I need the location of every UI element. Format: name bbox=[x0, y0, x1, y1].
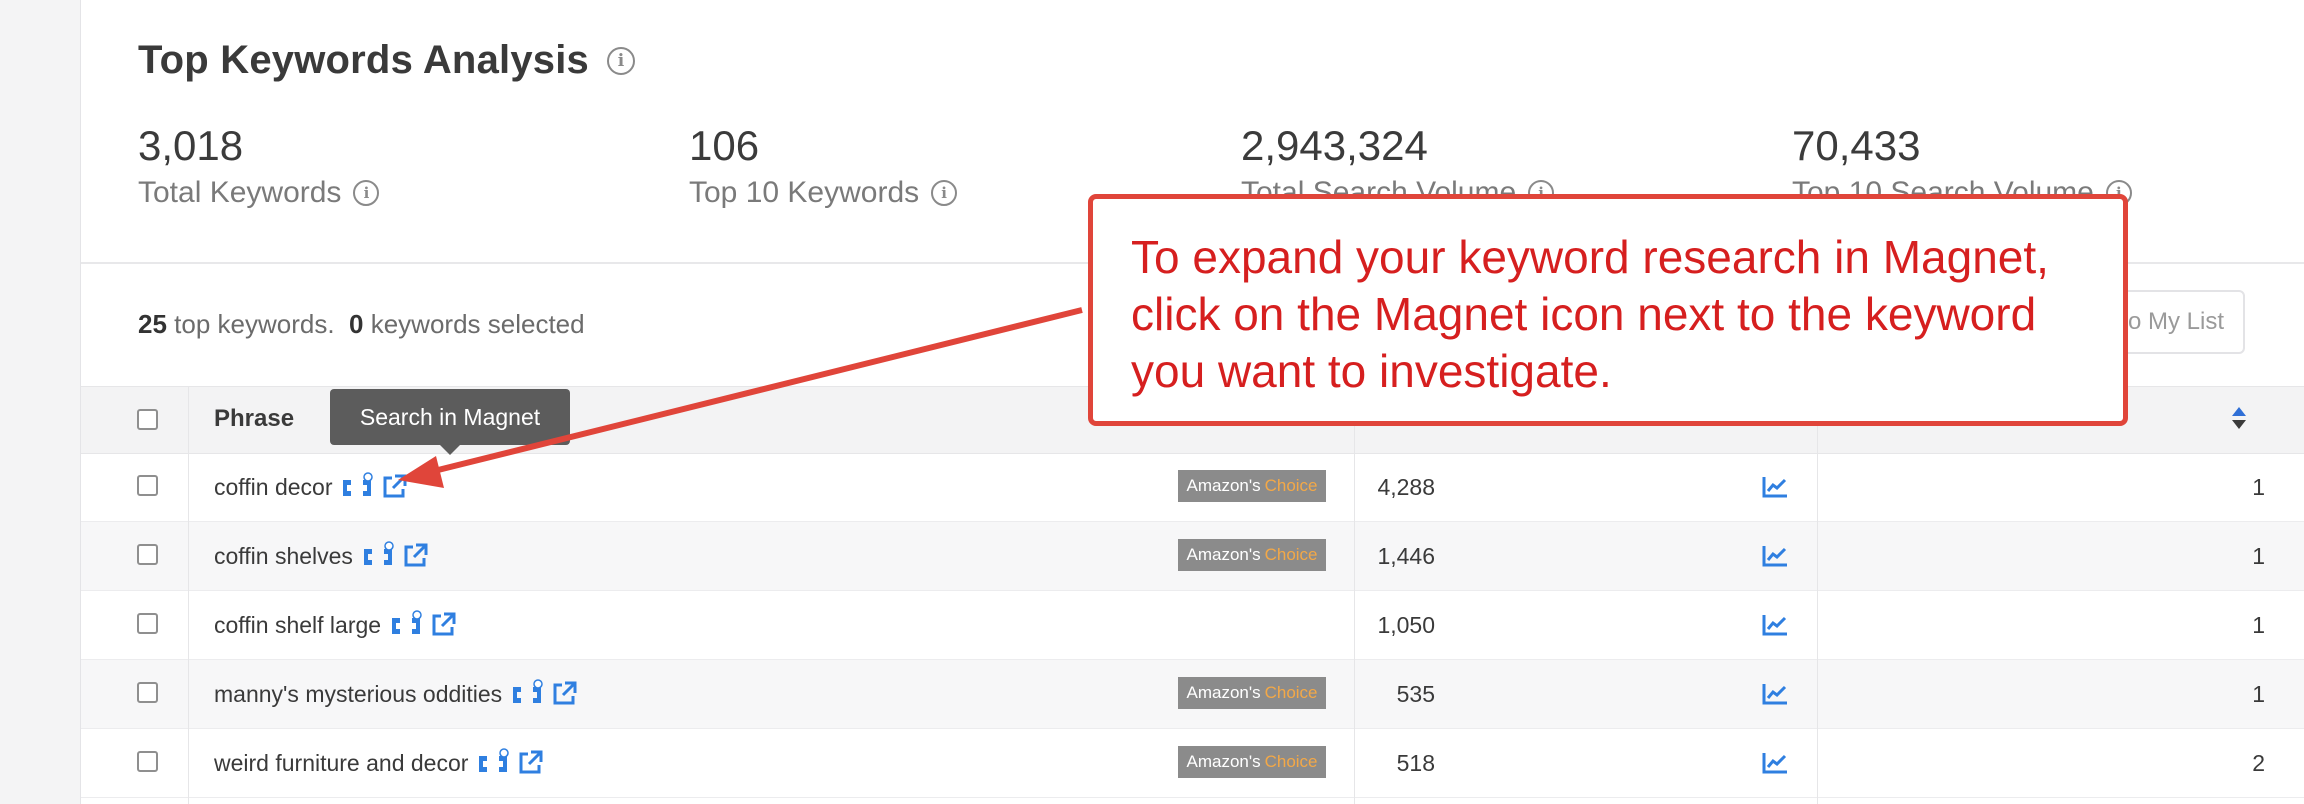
selected-number: 0 bbox=[349, 309, 364, 339]
amazons-choice-badge: Amazon's Choice bbox=[1178, 470, 1326, 502]
stat-total-keywords: 3,018 Total Keywords i bbox=[138, 122, 380, 210]
row-checkbox[interactable] bbox=[137, 613, 158, 634]
row-checkbox[interactable] bbox=[137, 475, 158, 496]
search-volume: 535 bbox=[1396, 680, 1435, 707]
trend-chart-icon[interactable] bbox=[1761, 682, 1789, 706]
badge-choice-text: Choice bbox=[1264, 752, 1318, 771]
search-volume: 518 bbox=[1396, 749, 1435, 776]
magnet-icon[interactable] bbox=[340, 472, 374, 502]
stat-value: 2,943,324 bbox=[1241, 122, 1428, 169]
keyword-text: coffin decor bbox=[214, 473, 333, 500]
table-row: coffin shelf large 1,050 1 bbox=[81, 591, 2304, 660]
badge-amazon-text: Amazon's bbox=[1186, 683, 1261, 702]
selected-text: keywords selected bbox=[370, 309, 585, 339]
search-volume: 1,050 bbox=[1377, 611, 1435, 638]
external-link-icon[interactable] bbox=[401, 542, 429, 570]
search-volume: 1,446 bbox=[1377, 542, 1435, 569]
trend-chart-icon[interactable] bbox=[1761, 613, 1789, 637]
column-divider bbox=[1817, 386, 1818, 804]
table-row: coffin decor Amazon's Choice 4,288 1 bbox=[81, 453, 2304, 522]
badge-choice-text: Choice bbox=[1264, 683, 1318, 702]
rank-value: 2 bbox=[2252, 749, 2265, 776]
magnet-icon[interactable] bbox=[510, 679, 544, 709]
magnet-icon[interactable] bbox=[389, 610, 423, 640]
stat-top10-keywords: 106 Top 10 Keywords i bbox=[689, 122, 958, 210]
stat-label-text: Total Keywords bbox=[138, 176, 342, 209]
stat-label: Top 10 Keywords i bbox=[689, 176, 958, 210]
trend-chart-icon[interactable] bbox=[1761, 475, 1789, 499]
table-row: manny's mysterious oddities Amazon's Cho… bbox=[81, 660, 2304, 729]
stat-value: 70,433 bbox=[1792, 122, 1921, 169]
title-row: Top Keywords Analysis i bbox=[138, 38, 635, 83]
info-icon[interactable]: i bbox=[353, 180, 380, 206]
instruction-callout: To expand your keyword research in Magne… bbox=[1088, 194, 2128, 426]
external-link-icon[interactable] bbox=[516, 749, 544, 777]
stat-label-text: Top 10 Keywords bbox=[689, 176, 920, 209]
select-all-checkbox[interactable] bbox=[137, 409, 158, 430]
stat-value: 106 bbox=[689, 122, 760, 169]
info-icon[interactable]: i bbox=[931, 180, 958, 206]
callout-line-3: you want to investigate. bbox=[1131, 345, 1612, 397]
count-number: 25 bbox=[138, 309, 167, 339]
rank-value: 1 bbox=[2252, 473, 2265, 500]
count-text: top keywords. bbox=[174, 309, 335, 339]
keyword-text: weird furniture and decor bbox=[214, 749, 469, 776]
external-link-icon[interactable] bbox=[429, 611, 457, 639]
search-volume: 4,288 bbox=[1377, 473, 1435, 500]
external-link-icon[interactable] bbox=[380, 473, 408, 501]
table-row: coffin shelves Amazon's Choice 1,446 1 bbox=[81, 522, 2304, 591]
amazons-choice-badge: Amazon's Choice bbox=[1178, 746, 1326, 778]
rank-value: 1 bbox=[2252, 680, 2265, 707]
badge-choice-text: Choice bbox=[1264, 545, 1318, 564]
row-checkbox[interactable] bbox=[137, 682, 158, 703]
magnet-tooltip: Search in Magnet bbox=[330, 389, 570, 455]
callout-line-2: click on the Magnet icon next to the key… bbox=[1131, 288, 2037, 340]
badge-choice-text: Choice bbox=[1264, 476, 1318, 495]
magnet-icon[interactable] bbox=[476, 748, 510, 778]
amazons-choice-badge: Amazon's Choice bbox=[1178, 539, 1326, 571]
callout-line-1: To expand your keyword research in Magne… bbox=[1131, 231, 2049, 283]
stat-value: 3,018 bbox=[138, 122, 244, 169]
amazons-choice-badge: Amazon's Choice bbox=[1178, 677, 1326, 709]
keyword-text: coffin shelves bbox=[214, 542, 353, 569]
keyword-text: manny's mysterious oddities bbox=[214, 680, 503, 707]
sort-icon[interactable] bbox=[2232, 407, 2246, 433]
stat-label: Total Keywords i bbox=[138, 176, 380, 210]
trend-chart-icon[interactable] bbox=[1761, 544, 1789, 568]
magnet-icon[interactable] bbox=[361, 541, 395, 571]
row-checkbox[interactable] bbox=[137, 751, 158, 772]
external-link-icon[interactable] bbox=[550, 680, 578, 708]
page-title: Top Keywords Analysis bbox=[138, 38, 589, 82]
column-divider bbox=[1354, 386, 1355, 804]
keyword-count: 25 top keywords. 0 keywords selected bbox=[138, 309, 585, 340]
column-header-phrase[interactable]: Phrase bbox=[214, 405, 294, 433]
rank-value: 1 bbox=[2252, 611, 2265, 638]
badge-amazon-text: Amazon's bbox=[1186, 476, 1261, 495]
badge-amazon-text: Amazon's bbox=[1186, 545, 1261, 564]
trend-chart-icon[interactable] bbox=[1761, 751, 1789, 775]
badge-amazon-text: Amazon's bbox=[1186, 752, 1261, 771]
info-icon[interactable]: i bbox=[606, 46, 635, 75]
rank-value: 1 bbox=[2252, 542, 2265, 569]
column-divider bbox=[188, 386, 189, 804]
table-row: weird furniture and decor Amazon's Choic… bbox=[81, 729, 2304, 798]
keyword-text: coffin shelf large bbox=[214, 611, 382, 638]
row-checkbox[interactable] bbox=[137, 544, 158, 565]
